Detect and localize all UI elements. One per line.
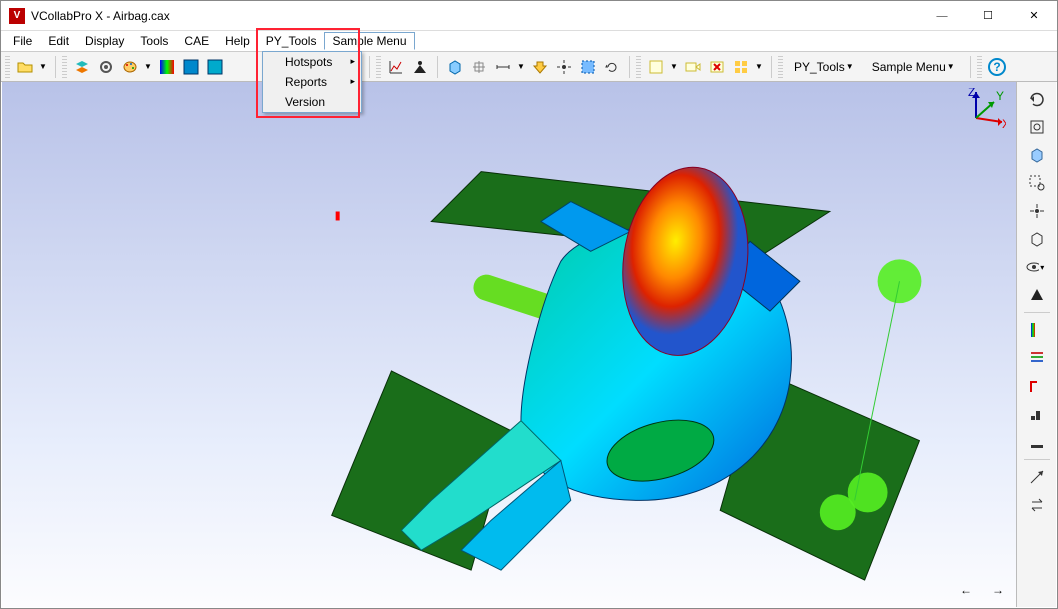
palette-dropdown-icon[interactable]: ▼ [144, 62, 154, 71]
menu-help[interactable]: Help [217, 32, 258, 50]
window1-button[interactable] [180, 56, 202, 78]
iso-view-button[interactable] [1024, 142, 1050, 168]
chevron-down-icon: ▾ [1040, 263, 1048, 272]
center-button[interactable] [1024, 198, 1050, 224]
vector-button[interactable] [1024, 464, 1050, 490]
titlebar: V VCollabPro X - Airbag.cax — ☐ ✕ [1, 1, 1057, 31]
scene-render [2, 82, 1016, 607]
menu-item-version[interactable]: Version [263, 92, 361, 112]
close-button[interactable]: ✕ [1011, 1, 1057, 31]
zoom-window-button[interactable] [1024, 170, 1050, 196]
maximize-button[interactable]: ☐ [965, 1, 1011, 31]
marker-button[interactable] [409, 56, 431, 78]
axis-triad: X Z Y [966, 88, 1006, 128]
explode-button[interactable] [529, 56, 551, 78]
chart-button[interactable] [385, 56, 407, 78]
window-title: VCollabPro X - Airbag.cax [31, 9, 170, 23]
viewport-3d[interactable]: X Z Y ← → [2, 82, 1016, 607]
menu-sample-menu[interactable]: Sample Menu [324, 32, 414, 50]
chevron-down-icon: ▼ [846, 62, 856, 71]
toolbar-sample-menu[interactable]: Sample Menu▼ [865, 56, 964, 78]
svg-text:Z: Z [968, 88, 975, 99]
section-button[interactable] [468, 56, 490, 78]
toolbar-grip[interactable] [62, 56, 67, 78]
deform-button[interactable] [1024, 373, 1050, 399]
legend-button[interactable] [1024, 317, 1050, 343]
bars-button[interactable] [1024, 345, 1050, 371]
settings-gear-button[interactable] [95, 56, 117, 78]
sample-menu-dropdown: Hotspots ▸ Reports ▸ Version [262, 51, 362, 113]
menu-item-hotspots[interactable]: Hotspots ▸ [263, 52, 361, 72]
right-toolbar: ▾ [1016, 82, 1056, 607]
note-dropdown-icon[interactable]: ▼ [670, 62, 680, 71]
pick-button[interactable] [553, 56, 575, 78]
up-button[interactable] [1024, 282, 1050, 308]
menu-tools[interactable]: Tools [132, 32, 176, 50]
menu-item-label: Hotspots [285, 55, 332, 69]
menu-item-reports[interactable]: Reports ▸ [263, 72, 361, 92]
rotate-button[interactable] [1024, 86, 1050, 112]
prev-view-button[interactable]: ← [960, 583, 972, 597]
measure-dropdown-icon[interactable]: ▼ [517, 62, 527, 71]
menubar: File Edit Display Tools CAE Help PY_Tool… [1, 31, 1057, 52]
visibility-button[interactable]: ▾ [1024, 254, 1050, 280]
swap-button[interactable] [1024, 492, 1050, 518]
grid-button[interactable] [730, 56, 752, 78]
toolbar-grip[interactable] [977, 56, 982, 78]
toolbar-grip[interactable] [778, 56, 783, 78]
refresh-button[interactable] [601, 56, 623, 78]
toolbar-text-label: PY_Tools [794, 60, 845, 74]
step-button[interactable] [1024, 401, 1050, 427]
menu-cae[interactable]: CAE [176, 32, 217, 50]
menu-item-label: Version [285, 95, 325, 109]
next-view-button[interactable]: → [992, 583, 1004, 597]
svg-text:?: ? [993, 60, 1000, 74]
select-area-button[interactable] [577, 56, 599, 78]
toolbar-grip[interactable] [376, 56, 381, 78]
menu-py-tools[interactable]: PY_Tools [258, 32, 325, 50]
layers-button[interactable] [71, 56, 93, 78]
menu-file[interactable]: File [5, 32, 40, 50]
contour-button[interactable] [156, 56, 178, 78]
box-button[interactable] [444, 56, 466, 78]
svg-text:Y: Y [996, 89, 1004, 103]
min-button[interactable] [1024, 429, 1050, 455]
submenu-arrow-icon: ▸ [350, 76, 355, 87]
note-button[interactable] [645, 56, 667, 78]
grid-dropdown-icon[interactable]: ▼ [755, 62, 765, 71]
open-file-button[interactable] [14, 56, 36, 78]
menu-display[interactable]: Display [77, 32, 132, 50]
app-logo: V [9, 8, 25, 24]
minimize-button[interactable]: — [919, 1, 965, 31]
toolbar-grip[interactable] [5, 56, 10, 78]
delete-note-button[interactable] [706, 56, 728, 78]
toolbar-grip[interactable] [636, 56, 641, 78]
open-dropdown-icon[interactable]: ▼ [39, 62, 49, 71]
menu-item-label: Reports [285, 75, 327, 89]
label-button[interactable] [682, 56, 704, 78]
window2-button[interactable] [204, 56, 226, 78]
measure-button[interactable] [492, 56, 514, 78]
toolbar-py-tools[interactable]: PY_Tools▼ [787, 56, 863, 78]
fit-button[interactable] [1024, 114, 1050, 140]
svg-text:X: X [1002, 117, 1006, 128]
perspective-button[interactable] [1024, 226, 1050, 252]
main-toolbar: ▼ ▼ ▼ ▼ ▼ ▼ PY_Tools▼ Sample Menu▼ ? [1, 52, 1057, 82]
chevron-down-icon: ▼ [947, 62, 957, 71]
view-nav-arrows: ← → [960, 583, 1004, 597]
palette-button[interactable] [119, 56, 141, 78]
submenu-arrow-icon: ▸ [350, 56, 355, 67]
menu-edit[interactable]: Edit [40, 32, 77, 50]
toolbar-text-label: Sample Menu [872, 60, 946, 74]
help-button[interactable]: ? [986, 56, 1008, 78]
